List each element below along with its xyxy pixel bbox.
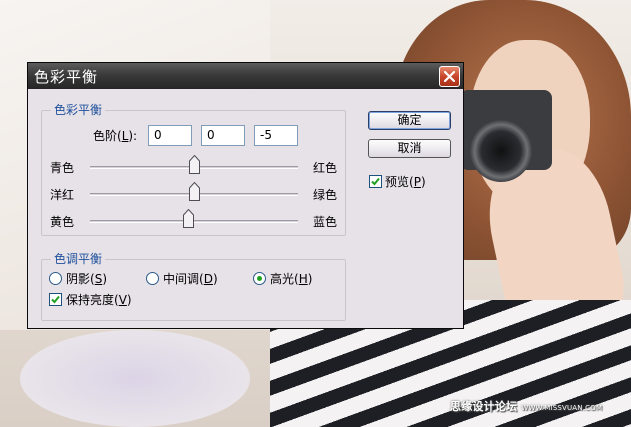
radio-selected-dot bbox=[257, 276, 262, 281]
dialog-body: 色彩平衡 色阶(L): 0 0 -5 青色 红色 洋红 绿色 黄色 蓝色 色调平… bbox=[28, 89, 463, 328]
slider-thumb-yellow-blue[interactable] bbox=[183, 209, 194, 228]
midtones-label[interactable]: 中间调(D) bbox=[163, 272, 218, 286]
ok-button[interactable]: 确定 bbox=[368, 111, 451, 130]
level-input-magenta-green[interactable]: 0 bbox=[201, 125, 245, 146]
watermark-site: WWW.MISSVUAN.COM bbox=[521, 404, 603, 412]
dialog-title: 色彩平衡 bbox=[34, 68, 99, 86]
shadows-label[interactable]: 阴影(S) bbox=[66, 272, 107, 286]
photo-plush-toy bbox=[20, 330, 250, 427]
tone-balance-group-title: 色调平衡 bbox=[51, 252, 106, 266]
highlights-label[interactable]: 高光(H) bbox=[270, 272, 312, 286]
slider-left-label-yellow: 黄色 bbox=[50, 215, 75, 229]
checkmark-icon bbox=[51, 295, 60, 304]
color-balance-group: 色彩平衡 色阶(L): 0 0 -5 青色 红色 洋红 绿色 黄色 蓝色 bbox=[41, 103, 346, 236]
preserve-luminosity-checkbox[interactable] bbox=[49, 293, 62, 306]
slider-thumb-cyan-red[interactable] bbox=[189, 155, 200, 174]
color-levels-label: 色阶(L): bbox=[93, 129, 138, 143]
close-icon bbox=[444, 71, 455, 82]
preview-label[interactable]: 预览(P) bbox=[385, 175, 426, 189]
tone-balance-group: 色调平衡 阴影(S) 中间调(D) 高光(H) 保持亮度(V) bbox=[41, 252, 346, 321]
color-balance-dialog: 色彩平衡 色彩平衡 色阶(L): 0 0 -5 青色 红色 洋红 绿色 黄色 蓝… bbox=[27, 62, 464, 329]
slider-thumb-magenta-green[interactable] bbox=[189, 182, 200, 201]
preserve-luminosity-label[interactable]: 保持亮度(V) bbox=[66, 293, 132, 307]
color-balance-group-title: 色彩平衡 bbox=[51, 103, 106, 117]
dialog-titlebar[interactable]: 色彩平衡 bbox=[28, 63, 463, 89]
watermark-text: 思缘设计论坛 bbox=[450, 400, 518, 413]
checkmark-icon bbox=[371, 177, 380, 186]
level-input-yellow-blue[interactable]: -5 bbox=[254, 125, 298, 146]
slider-right-label-red: 红色 bbox=[313, 161, 338, 175]
shadows-radio[interactable] bbox=[49, 272, 62, 285]
photo-camera-lens bbox=[470, 120, 532, 182]
midtones-radio[interactable] bbox=[146, 272, 159, 285]
cancel-button[interactable]: 取消 bbox=[368, 139, 451, 158]
highlights-radio[interactable] bbox=[253, 272, 266, 285]
slider-track-yellow-blue[interactable] bbox=[90, 220, 298, 223]
slider-right-label-green: 绿色 bbox=[313, 188, 338, 202]
close-button[interactable] bbox=[439, 66, 460, 87]
watermark: 思缘设计论坛 WWW.MISSVUAN.COM bbox=[450, 398, 625, 416]
level-input-cyan-red[interactable]: 0 bbox=[148, 125, 192, 146]
slider-right-label-blue: 蓝色 bbox=[313, 215, 338, 229]
slider-left-label-magenta: 洋红 bbox=[50, 188, 75, 202]
slider-left-label-cyan: 青色 bbox=[50, 161, 75, 175]
preview-checkbox[interactable] bbox=[369, 175, 382, 188]
